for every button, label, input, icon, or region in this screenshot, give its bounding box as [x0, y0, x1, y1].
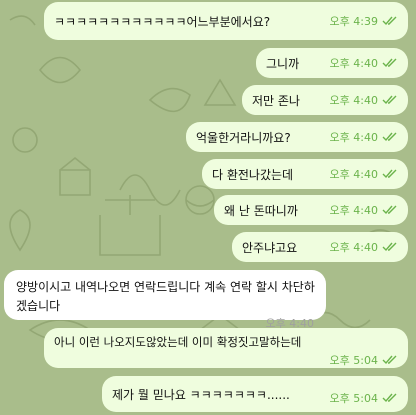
message-meta: 오후 4:39	[330, 13, 398, 29]
message-bubble-outgoing[interactable]: 아니 이런 나오지도않았는데 이미 확정짓고말하는데 오후 5:04	[44, 328, 408, 368]
message-time: 오후 5:04	[329, 354, 378, 367]
message-text: 그니까	[266, 56, 300, 71]
double-check-icon	[382, 205, 397, 215]
message-meta: 오후 4:40	[330, 202, 398, 218]
message-meta: 오후 4:40	[330, 129, 398, 145]
double-check-icon	[382, 169, 397, 179]
message-bubble-outgoing[interactable]: 안주냐고요 오후 4:40	[232, 232, 408, 262]
message-bubble-outgoing[interactable]: 그니까 오후 4:40	[256, 48, 408, 78]
message-text: 저만 존나	[252, 93, 300, 108]
message-bubble-outgoing[interactable]: 다 환전나갔는데 오후 4:40	[202, 159, 408, 189]
message-time: 오후 4:40	[329, 204, 378, 217]
message-text: 다 환전나갔는데	[212, 167, 294, 182]
message-bubble-outgoing[interactable]: 저만 존나 오후 4:40	[242, 85, 408, 115]
message-text: 양방이시고 내역나오면 연락드립니다 계속 연락 할시 차단하겠습니다	[16, 280, 315, 313]
double-check-icon	[382, 58, 397, 68]
message-bubble-outgoing[interactable]: 제가 뭘 믿나요 ㅋㅋㅋㅋㅋㅋㅋ...... 오후 5:04	[102, 376, 408, 412]
message-meta: 오후 4:40	[330, 92, 398, 108]
message-time: 오후 4:40	[329, 57, 378, 70]
message-bubble-outgoing[interactable]: 억울한거라니까요? 오후 4:40	[186, 122, 408, 152]
message-bubble-outgoing[interactable]: ㅋㅋㅋㅋㅋㅋㅋㅋㅋㅋㅋㅋ어느부분에서요? 오후 4:39	[44, 2, 408, 40]
message-text: 아니 이런 나오지도않았는데 이미 확정짓고말하는데	[54, 335, 302, 349]
message-text: 왜 난 돈따니까	[224, 203, 298, 218]
message-meta: 오후 4:40	[330, 239, 398, 255]
message-text: 안주냐고요	[242, 240, 298, 255]
double-check-icon	[382, 16, 397, 26]
double-check-icon	[382, 393, 397, 403]
double-check-icon	[382, 355, 397, 365]
message-time: 오후 5:04	[329, 392, 378, 405]
message-time: 오후 4:40	[329, 94, 378, 107]
message-time: 오후 4:40	[329, 168, 378, 181]
message-bubble-incoming[interactable]: 양방이시고 내역나오면 연락드립니다 계속 연락 할시 차단하겠습니다 오후 4…	[4, 270, 326, 330]
message-time: 오후 4:40	[329, 131, 378, 144]
double-check-icon	[382, 132, 397, 142]
message-meta: 오후 4:40	[330, 166, 398, 182]
message-text: ㅋㅋㅋㅋㅋㅋㅋㅋㅋㅋㅋㅋ어느부분에서요?	[54, 14, 271, 29]
message-bubble-outgoing[interactable]: 왜 난 돈따니까 오후 4:40	[214, 195, 408, 225]
message-meta: 오후 5:04	[330, 352, 398, 368]
message-time: 오후 4:40	[329, 241, 378, 254]
message-time: 오후 4:39	[329, 15, 378, 28]
message-text: 제가 뭘 믿나요 ㅋㅋㅋㅋㅋㅋㅋ......	[112, 387, 290, 402]
message-meta: 오후 5:04	[330, 390, 398, 406]
double-check-icon	[382, 242, 397, 252]
double-check-icon	[382, 95, 397, 105]
message-text: 억울한거라니까요?	[196, 130, 291, 145]
message-meta: 오후 4:40	[330, 55, 398, 71]
